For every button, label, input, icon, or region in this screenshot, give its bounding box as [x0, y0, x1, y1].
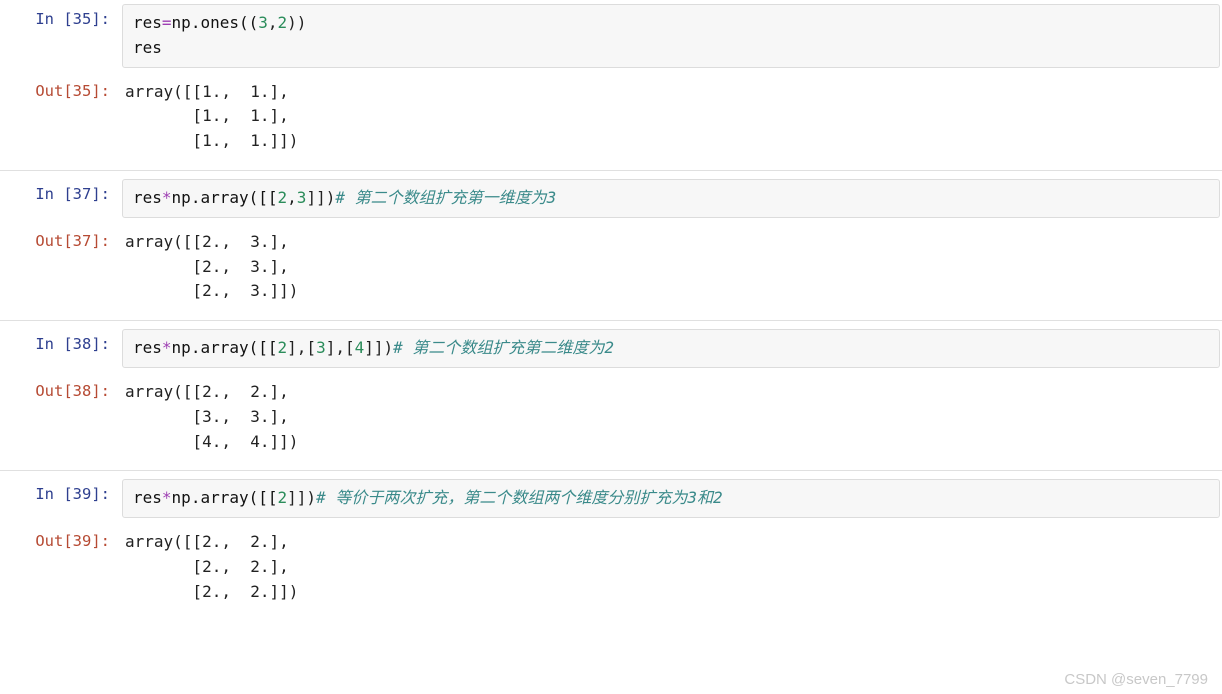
code-input[interactable]: res=np.ones((3,2)) res: [122, 4, 1220, 68]
cell-output: array([[1., 1.], [1., 1.], [1., 1.]]): [122, 76, 1222, 166]
code-token: *: [162, 338, 172, 357]
code-input[interactable]: res*np.array([[2],[3],[4]])# 第二个数组扩充第二维度…: [122, 329, 1220, 368]
code-token: )): [287, 13, 306, 32]
in-prompt: In [37]:: [0, 179, 122, 218]
code-token: ]]): [306, 188, 335, 207]
code-token: *: [162, 488, 172, 507]
code-token: res: [133, 13, 162, 32]
code-token: ],[: [287, 338, 316, 357]
code-comment: # 第二个数组扩充第一维度为3: [335, 188, 556, 207]
code-token: 2: [278, 188, 288, 207]
code-input[interactable]: res*np.array([[2]])# 等价于两次扩充，第二个数组两个维度分别…: [122, 479, 1220, 518]
code-token: 3: [316, 338, 326, 357]
code-token: 3: [297, 188, 307, 207]
code-token: res: [133, 338, 162, 357]
nb-cell-out: Out[38]: array([[2., 2.], [3., 3.], [4.,…: [0, 372, 1222, 470]
nb-cell-in: In [38]: res*np.array([[2],[3],[4]])# 第二…: [0, 320, 1222, 372]
cell-output: array([[2., 2.], [2., 2.], [2., 2.]]): [122, 526, 1222, 596]
code-token: np.array([[: [172, 188, 278, 207]
code-token: ]]): [364, 338, 393, 357]
code-line: res=np.ones((3,2)): [133, 11, 1209, 36]
code-token: res: [133, 488, 162, 507]
cell-output: array([[2., 3.], [2., 3.], [2., 3.]]): [122, 226, 1222, 316]
watermark: CSDN @seven_7799: [1064, 671, 1208, 688]
code-token: 2: [278, 488, 288, 507]
nb-cell-in: In [39]: res*np.array([[2]])# 等价于两次扩充，第二…: [0, 470, 1222, 522]
nb-cell-out: Out[35]: array([[1., 1.], [1., 1.], [1.,…: [0, 72, 1222, 170]
code-token: 2: [278, 338, 288, 357]
out-prompt: Out[37]:: [0, 226, 122, 316]
code-comment: # 第二个数组扩充第二维度为2: [393, 338, 614, 357]
nb-cell-in: In [37]: res*np.array([[2,3]])# 第二个数组扩充第…: [0, 170, 1222, 222]
code-token: ,: [268, 13, 278, 32]
code-input[interactable]: res*np.array([[2,3]])# 第二个数组扩充第一维度为3: [122, 179, 1220, 218]
code-token: np.ones((: [172, 13, 259, 32]
code-token: ],[: [326, 338, 355, 357]
code-token: res: [133, 188, 162, 207]
in-prompt: In [39]:: [0, 479, 122, 518]
nb-cell-out: Out[39]: array([[2., 2.], [2., 2.], [2.,…: [0, 522, 1222, 600]
out-prompt: Out[35]:: [0, 76, 122, 166]
out-prompt: Out[38]:: [0, 376, 122, 466]
code-token: *: [162, 188, 172, 207]
code-token: 3: [258, 13, 268, 32]
code-token: res: [133, 38, 162, 57]
code-comment: # 等价于两次扩充，第二个数组两个维度分别扩充为3和2: [316, 488, 723, 507]
nb-cell-out: Out[37]: array([[2., 3.], [2., 3.], [2.,…: [0, 222, 1222, 320]
in-prompt: In [38]:: [0, 329, 122, 368]
code-line: res: [133, 36, 1209, 61]
code-token: np.array([[: [172, 338, 278, 357]
code-token: np.array([[: [172, 488, 278, 507]
code-token: ,: [287, 188, 297, 207]
out-prompt: Out[39]:: [0, 526, 122, 596]
nb-cell-in: In [35]: res=np.ones((3,2)) res: [0, 0, 1222, 72]
cell-output: array([[2., 2.], [3., 3.], [4., 4.]]): [122, 376, 1222, 466]
in-prompt: In [35]:: [0, 4, 122, 68]
code-token: 2: [278, 13, 288, 32]
code-token: ]]): [287, 488, 316, 507]
code-token: =: [162, 13, 172, 32]
code-token: 4: [355, 338, 365, 357]
